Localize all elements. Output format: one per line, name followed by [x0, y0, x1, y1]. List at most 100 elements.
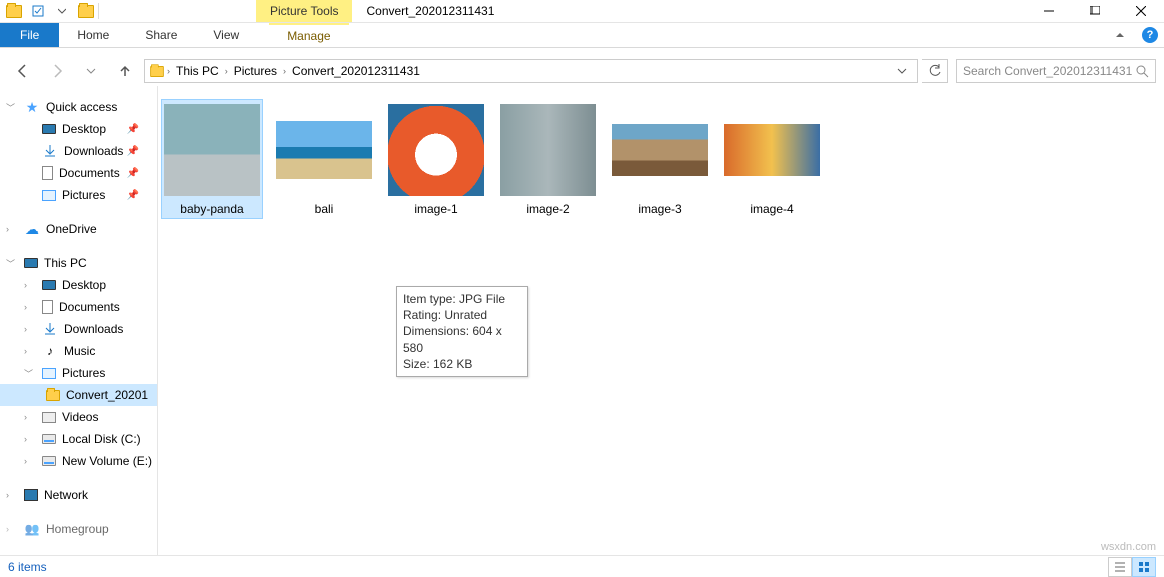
file-name: image-2	[526, 202, 569, 216]
titlebar: Picture Tools Convert_202012311431	[0, 0, 1164, 23]
sidebar-item-local-disk[interactable]: ›Local Disk (C:)	[0, 428, 157, 450]
sidebar-label: Documents	[59, 300, 120, 314]
minimize-button[interactable]	[1026, 0, 1072, 22]
qat-folder[interactable]	[74, 0, 98, 22]
qat-dropdown[interactable]	[50, 0, 74, 22]
collapse-ribbon-icon[interactable]	[1116, 33, 1124, 37]
search-input[interactable]: Search Convert_202012311431	[956, 59, 1156, 83]
sidebar-item-new-volume[interactable]: ›New Volume (E:)	[0, 450, 157, 472]
crumb-current[interactable]: Convert_202012311431	[288, 64, 424, 78]
file-item[interactable]: image-4	[722, 100, 822, 218]
sidebar-item-documents[interactable]: ›Documents	[0, 296, 157, 318]
chevron-right-icon[interactable]: ›	[225, 66, 228, 76]
file-tab[interactable]: File	[0, 23, 59, 47]
sidebar-network[interactable]: ›Network	[0, 484, 157, 506]
file-item[interactable]: image-2	[498, 100, 598, 218]
sidebar-label: Downloads	[64, 144, 123, 158]
back-button[interactable]	[8, 59, 38, 83]
status-count: 6 items	[8, 560, 47, 574]
sidebar-item-pictures[interactable]: ﹀Pictures	[0, 362, 157, 384]
desktop-icon	[42, 280, 56, 290]
homegroup-icon: 👥	[24, 521, 40, 537]
forward-button[interactable]	[42, 59, 72, 83]
sidebar-label: This PC	[44, 256, 87, 270]
quick-access-toolbar	[0, 0, 106, 22]
tab-home[interactable]: Home	[59, 23, 127, 47]
pin-icon: 📌	[127, 190, 139, 201]
qat-properties-button[interactable]	[26, 0, 50, 22]
crumb-pictures[interactable]: Pictures	[230, 64, 281, 78]
sidebar-label: Videos	[62, 410, 98, 424]
pin-icon: 📌	[127, 124, 139, 135]
tooltip-line: Size: 162 KB	[403, 356, 521, 372]
file-name: image-4	[750, 202, 793, 216]
sidebar-label: Desktop	[62, 278, 106, 292]
cloud-icon: ☁	[24, 221, 40, 237]
file-item[interactable]: baby-panda	[162, 100, 262, 218]
sidebar-item-downloads[interactable]: Downloads📌	[0, 140, 157, 162]
address-dropdown[interactable]	[891, 66, 913, 76]
watermark: wsxdn.com	[1101, 541, 1156, 553]
sidebar-label: Homegroup	[46, 522, 109, 536]
sidebar-quick-access[interactable]: ﹀★Quick access	[0, 96, 157, 118]
drive-icon	[42, 434, 56, 444]
details-view-button[interactable]	[1108, 557, 1132, 577]
tooltip-line: Item type: JPG File	[403, 291, 521, 307]
file-tooltip: Item type: JPG File Rating: Unrated Dime…	[396, 286, 528, 377]
sidebar-item-downloads[interactable]: ›Downloads	[0, 318, 157, 340]
file-item[interactable]: bali	[274, 100, 374, 218]
recent-dropdown[interactable]	[76, 59, 106, 83]
sidebar-onedrive[interactable]: ›☁OneDrive	[0, 218, 157, 240]
tooltip-line: Rating: Unrated	[403, 307, 521, 323]
status-bar: 6 items	[0, 555, 1164, 577]
file-list[interactable]: baby-pandabali image-1 image-2 image-3 image…	[158, 86, 1164, 555]
sidebar-label: Quick access	[46, 100, 117, 114]
sidebar-homegroup[interactable]: ›👥Homegroup	[0, 518, 157, 540]
desktop-icon	[42, 124, 56, 134]
pc-icon	[24, 258, 38, 268]
thumbnails-view-button[interactable]	[1132, 557, 1156, 577]
sidebar-item-desktop[interactable]: Desktop📌	[0, 118, 157, 140]
thumbnail-image	[164, 104, 260, 196]
window-title: Convert_202012311431	[352, 0, 494, 22]
maximize-button[interactable]	[1072, 0, 1118, 22]
sidebar-item-pictures[interactable]: Pictures📌	[0, 184, 157, 206]
file-item[interactable]: image-3	[610, 100, 710, 218]
close-button[interactable]	[1118, 0, 1164, 22]
up-button[interactable]	[110, 59, 140, 83]
pin-icon: 📌	[127, 168, 139, 179]
view-toggle	[1108, 557, 1156, 577]
sidebar-this-pc[interactable]: ﹀This PC	[0, 252, 157, 274]
tooltip-line: Dimensions: 604 x 580	[403, 323, 521, 355]
sidebar-item-desktop[interactable]: ›Desktop	[0, 274, 157, 296]
sidebar-label: Local Disk (C:)	[62, 432, 141, 446]
help-icon[interactable]: ?	[1142, 27, 1158, 43]
tab-view[interactable]: View	[195, 23, 257, 47]
tab-manage[interactable]: Manage	[269, 23, 348, 47]
ribbon: File Home Share View Manage ?	[0, 23, 1164, 48]
sidebar-item-current-folder[interactable]: Convert_20201	[0, 384, 157, 406]
chevron-right-icon[interactable]: ›	[167, 66, 170, 76]
search-icon	[1136, 65, 1149, 78]
navbar: › This PC › Pictures › Convert_202012311…	[0, 56, 1164, 86]
crumb-this-pc[interactable]: This PC	[172, 64, 223, 78]
network-icon	[24, 489, 38, 501]
tab-share[interactable]: Share	[127, 23, 195, 47]
sidebar-label: Documents	[59, 166, 120, 180]
sidebar-label: Convert_20201	[66, 388, 148, 402]
address-bar[interactable]: › This PC › Pictures › Convert_202012311…	[144, 59, 918, 83]
sidebar-item-music[interactable]: ›♪Music	[0, 340, 157, 362]
sidebar-item-documents[interactable]: Documents 📌	[0, 162, 157, 184]
file-name: image-3	[638, 202, 681, 216]
pictures-icon	[42, 190, 56, 201]
chevron-right-icon[interactable]: ›	[283, 66, 286, 76]
download-icon	[42, 143, 58, 159]
file-item[interactable]: image-1	[386, 100, 486, 218]
context-tab-label: Picture Tools	[256, 0, 352, 22]
sidebar-item-videos[interactable]: ›Videos	[0, 406, 157, 428]
refresh-button[interactable]	[922, 59, 948, 83]
sidebar-label: Pictures	[62, 366, 105, 380]
download-icon	[42, 321, 58, 337]
file-name: image-1	[414, 202, 457, 216]
folder-icon	[149, 63, 165, 79]
